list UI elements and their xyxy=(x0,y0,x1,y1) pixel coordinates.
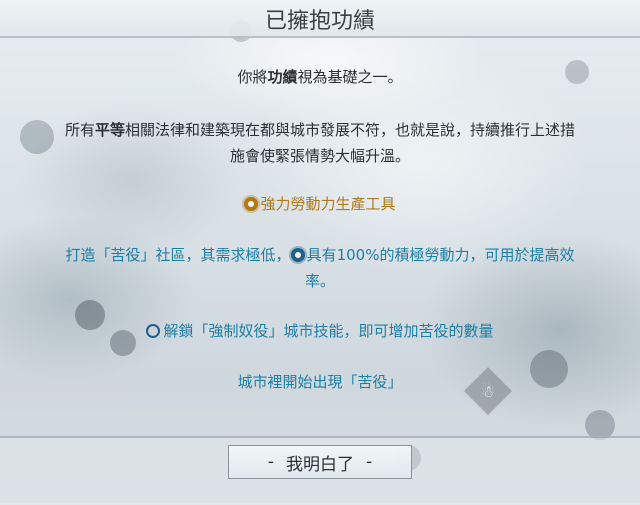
effect-text-part: 具有100%的積極勞動力，可用於提高效 xyxy=(306,246,575,264)
intro-text-part: 你將 xyxy=(237,68,268,86)
confirm-button-label: 我明白了 xyxy=(286,454,354,475)
gear-icon xyxy=(244,197,259,211)
effect-text: 解鎖「強制奴役」城市技能，即可增加苦役的數量 xyxy=(163,322,494,340)
effect-text: 強力勞動力生產工具 xyxy=(260,195,396,213)
intro-text: 你將功績視為基礎之一。 xyxy=(0,66,640,87)
dialog-title-bar: 已擁抱功績 xyxy=(0,0,640,38)
effect-forced-labor: 解鎖「強制奴役」城市技能，即可增加苦役的數量 xyxy=(0,320,640,341)
gear-icon xyxy=(290,248,305,262)
button-dash: - xyxy=(366,452,373,472)
dialog-title: 已擁抱功績 xyxy=(264,9,375,34)
paragraph-text-bold: 平等 xyxy=(94,121,125,139)
paragraph-line-1: 所有平等相關法律和建築現在都與城市發展不符，也就是說，持續推行上述措 xyxy=(0,119,640,140)
paragraph-text-part: 所有 xyxy=(64,121,95,139)
effect-text-part: 打造「苦役」社區，其需求極低， xyxy=(65,246,291,264)
effect-workforce-tool: 強力勞動力生產工具 xyxy=(0,193,640,214)
effect-drudgery-appears: 城市裡開始出現「苦役」 xyxy=(237,373,403,391)
effect-drudgery-line-1: 打造「苦役」社區，其需求極低， 具有100%的積極勞動力，可用於提高效 xyxy=(0,244,640,265)
chain-icon xyxy=(146,324,161,338)
intro-text-bold: 功績 xyxy=(267,68,298,86)
paragraph-line-2: 施會使緊張情勢大幅升溫。 xyxy=(229,147,410,165)
effect-drudgery-line-2: 率。 xyxy=(304,272,335,290)
button-dash: - xyxy=(267,452,274,472)
intro-text-part: 視為基礎之一。 xyxy=(297,68,403,86)
confirm-button[interactable]: - 我明白了 - xyxy=(228,445,412,479)
paragraph-text-part: 相關法律和建築現在都與城市發展不符，也就是說，持續推行上述措 xyxy=(125,121,576,139)
